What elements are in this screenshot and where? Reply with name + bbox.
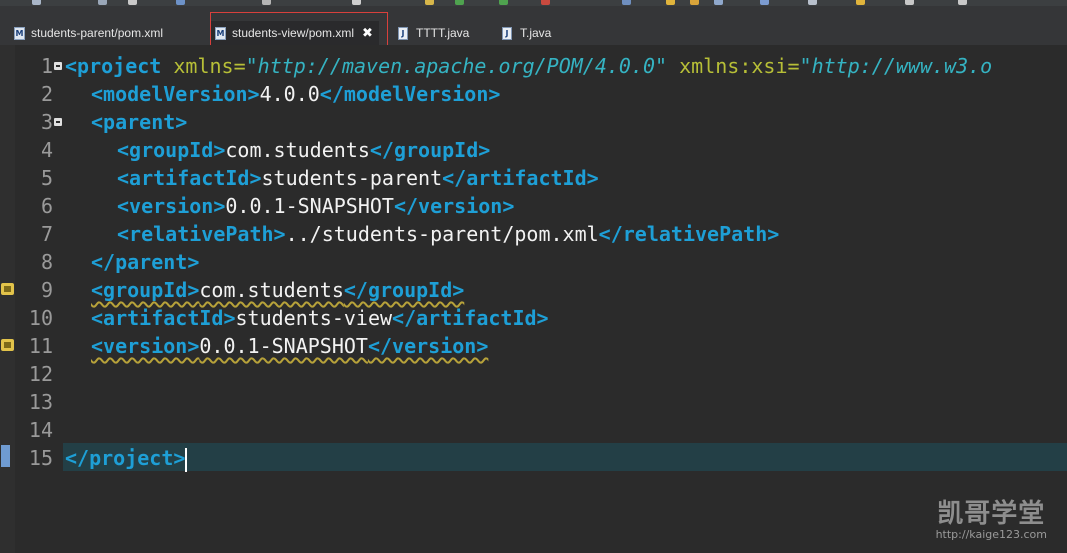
current-line-marker — [1, 445, 10, 467]
tab-label: students-parent/pom.xml — [31, 26, 164, 40]
toolbar-icon[interactable] — [98, 0, 107, 5]
line-number: 3 — [40, 110, 53, 134]
editor-tab-bar: M students-parent/pom.xml M students-vie… — [0, 16, 1067, 45]
toolbar-icon[interactable] — [808, 0, 817, 5]
line-number: 8 — [40, 250, 53, 274]
code-line-5: <artifactId>students-parent</artifactId> — [117, 166, 599, 190]
fold-collapse-icon[interactable] — [54, 118, 62, 126]
annotation-ruler — [0, 45, 15, 553]
toolbar-icon[interactable] — [690, 0, 699, 5]
toolbar-icon[interactable] — [666, 0, 675, 5]
close-tab-icon[interactable]: ✖ — [362, 26, 373, 41]
line-number-gutter: 1 2 3 4 5 6 7 8 9 10 11 12 13 14 15 — [15, 45, 63, 553]
line-number: 2 — [40, 82, 53, 106]
line-number: 5 — [40, 166, 53, 190]
watermark: 凯哥学堂 http://kaige123.com — [936, 493, 1047, 541]
code-line-11: <version>0.0.1-SNAPSHOT</version> — [91, 334, 489, 358]
toolbar-icon[interactable] — [958, 0, 967, 5]
toolbar-icon[interactable] — [425, 0, 434, 5]
tab-label: TTTT.java — [416, 26, 470, 40]
maven-pom-icon: M — [14, 26, 25, 40]
tab-students-view-pom[interactable]: M students-view/pom.xml ✖ — [211, 21, 379, 45]
toolbar-icon[interactable] — [622, 0, 631, 5]
tab-students-parent-pom[interactable]: M students-parent/pom.xml — [14, 21, 163, 45]
warning-icon[interactable] — [1, 339, 14, 351]
xml-editor[interactable]: 1 2 3 4 5 6 7 8 9 10 11 12 13 14 15 <pro… — [0, 45, 1067, 553]
warning-icon[interactable] — [1, 283, 14, 295]
line-number: 12 — [28, 362, 53, 386]
code-line-9: <groupId>com.students</groupId> — [91, 278, 465, 302]
line-number: 10 — [28, 306, 53, 330]
toolbar-icon[interactable] — [905, 0, 914, 5]
line-number: 7 — [40, 222, 53, 246]
code-line-8: </parent> — [91, 250, 200, 274]
text-cursor — [185, 447, 188, 472]
toolbar-icon[interactable] — [128, 0, 137, 5]
code-line-4: <groupId>com.students</groupId> — [117, 138, 491, 162]
toolbar-icon[interactable] — [176, 0, 185, 5]
toolbar-icon[interactable] — [760, 0, 769, 5]
toolbar-icon[interactable] — [455, 0, 464, 5]
tab-t-java[interactable]: J T.java — [502, 21, 551, 45]
toolbar-icon[interactable] — [262, 0, 271, 5]
line-number: 15 — [28, 446, 53, 470]
line-number: 1 — [40, 54, 53, 78]
code-line-6: <version>0.0.1-SNAPSHOT</version> — [117, 194, 515, 218]
code-line-3: <parent> — [91, 110, 188, 134]
tab-label: T.java — [520, 26, 552, 40]
line-number: 4 — [40, 138, 53, 162]
code-line-10: <artifactId>students-view</artifactId> — [91, 306, 549, 330]
tab-strip-top — [0, 6, 1067, 16]
toolbar-icon[interactable] — [856, 0, 865, 5]
line-number: 14 — [28, 418, 53, 442]
code-line-1: <project xmlns="http://maven.apache.org/… — [65, 54, 993, 78]
line-number: 9 — [40, 278, 53, 302]
line-number: 11 — [28, 334, 53, 358]
toolbar-icon[interactable] — [541, 0, 550, 5]
toolbar-icon[interactable] — [714, 0, 723, 5]
line-number: 6 — [40, 194, 53, 218]
toolbar-icon[interactable] — [352, 0, 361, 5]
java-file-icon: J — [502, 26, 512, 40]
current-line-highlight — [63, 443, 1067, 471]
code-line-15: </project> — [65, 446, 188, 472]
toolbar-icon[interactable] — [499, 0, 508, 5]
code-line-7: <relativePath>../students-parent/pom.xml… — [117, 222, 780, 246]
tab-tttt-java[interactable]: J TTTT.java — [398, 21, 469, 45]
code-line-2: <modelVersion>4.0.0</modelVersion> — [91, 82, 501, 106]
watermark-url: http://kaige123.com — [935, 528, 1047, 541]
code-area[interactable]: <project xmlns="http://maven.apache.org/… — [63, 45, 1067, 553]
watermark-logo: 凯哥学堂 — [937, 499, 1046, 529]
java-file-icon: J — [398, 26, 408, 40]
line-number: 13 — [28, 390, 53, 414]
maven-pom-icon: M — [215, 26, 226, 40]
fold-collapse-icon[interactable] — [54, 62, 62, 70]
toolbar-icon[interactable] — [32, 0, 41, 5]
tab-label: students-view/pom.xml — [232, 26, 355, 40]
